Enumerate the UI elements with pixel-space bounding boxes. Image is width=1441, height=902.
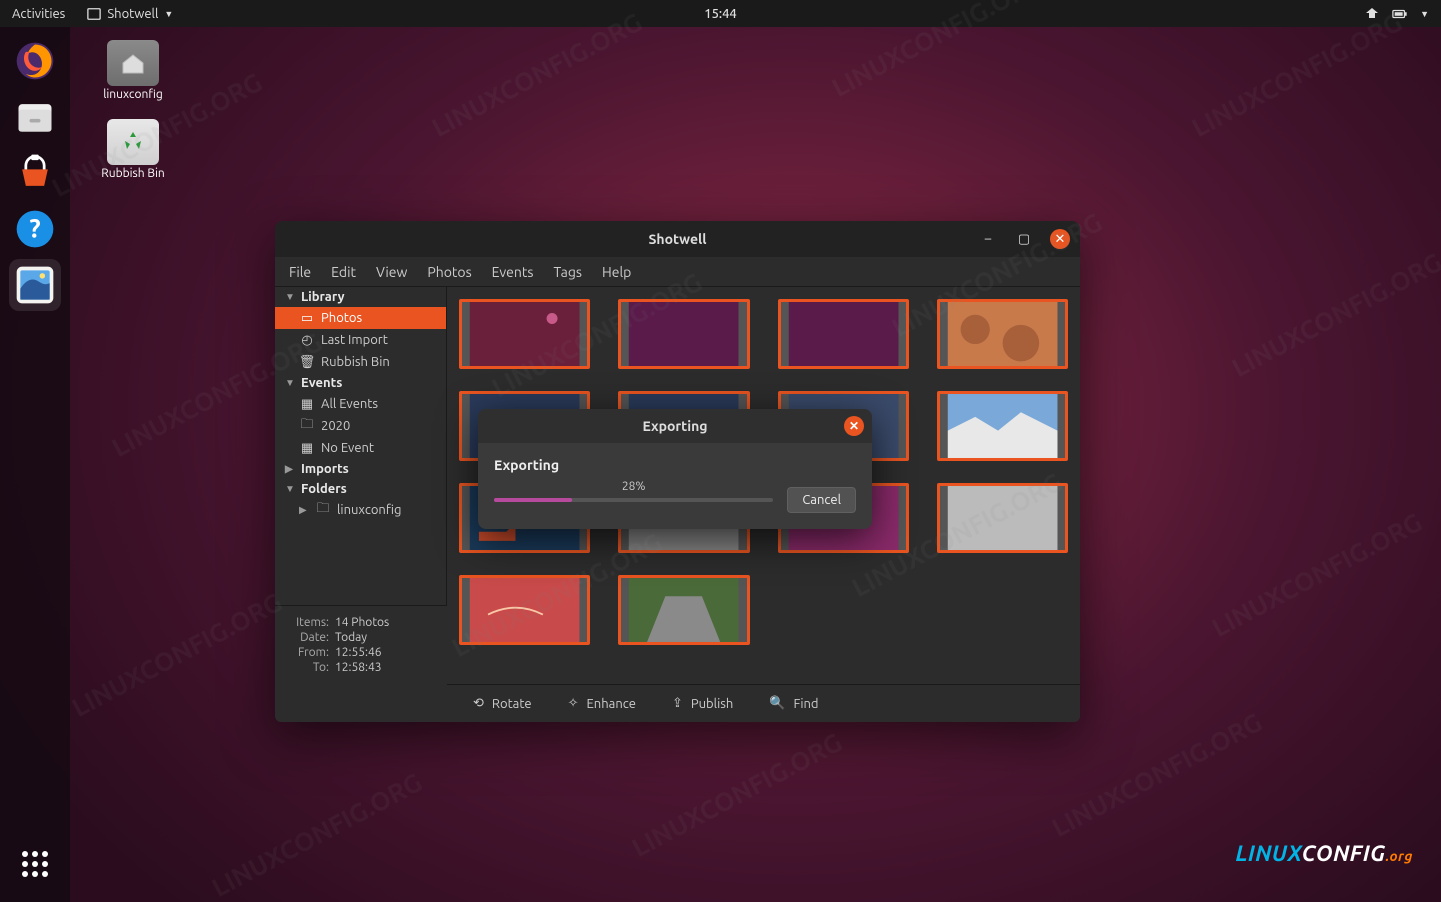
titlebar[interactable]: Shotwell – ▢ ✕ [275,221,1080,257]
window-title: Shotwell [648,231,706,247]
toolbar: ⟲Rotate ✧Enhance ⇪Publish 🔍Find [447,684,1080,722]
show-applications-button[interactable] [9,838,61,890]
appmenu-button[interactable]: Shotwell ▼ [77,7,183,21]
photo-thumb[interactable] [618,299,749,369]
menu-file[interactable]: File [289,264,311,280]
cancel-button[interactable]: Cancel [787,487,856,513]
files-launcher[interactable] [9,91,61,143]
meta-items-key: Items: [285,616,329,629]
menu-events[interactable]: Events [492,264,534,280]
window-icon [87,7,101,21]
sidebar-folder-linuxconfig[interactable]: ▶🗀linuxconfig [275,499,446,521]
trash-icon[interactable]: Rubbish Bin [90,119,176,180]
menu-tags[interactable]: Tags [553,264,582,280]
clock[interactable]: 15:44 [704,7,737,21]
home-icon [119,51,147,75]
recycle-icon [120,129,146,155]
sidebar-imports-header[interactable]: ▶Imports [275,459,446,479]
find-button[interactable]: 🔍Find [755,692,832,715]
sidebar-photos[interactable]: ▭Photos [275,307,446,329]
menu-edit[interactable]: Edit [331,264,356,280]
home-folder-icon[interactable]: linuxconfig [90,40,176,101]
calendar-icon: ▦ [299,440,315,456]
minimize-button[interactable]: – [978,229,998,249]
help-launcher[interactable]: ? [9,203,61,255]
photo-thumb[interactable] [937,391,1068,461]
meta-to-value: 12:58:43 [335,661,382,674]
photo-thumb[interactable] [459,299,590,369]
photo-thumb[interactable] [618,575,749,645]
search-icon: 🔍 [769,696,785,711]
system-tray[interactable]: ▼ [1364,7,1441,21]
menu-view[interactable]: View [376,264,407,280]
menu-photos[interactable]: Photos [427,264,471,280]
network-icon [1364,7,1380,21]
activities-button[interactable]: Activities [0,7,77,21]
sidebar-events-header[interactable]: ▼Events [275,373,446,393]
meta-to-key: To: [285,661,329,674]
photos-icon: ▭ [299,310,315,326]
meta-date-key: Date: [285,631,329,644]
dialog-close-button[interactable]: ✕ [844,416,864,436]
dialog-titlebar[interactable]: Exporting ✕ [478,409,872,443]
icon-label: Rubbish Bin [101,167,164,180]
battery-icon [1392,7,1408,21]
photo-thumb[interactable] [937,299,1068,369]
folder-icon: 🗀 [315,502,331,518]
linuxconfig-watermark: LINUXCONFIG.org [1235,841,1413,866]
photo-thumb[interactable] [778,299,909,369]
meta-from-value: 12:55:46 [335,646,382,659]
menubar: File Edit View Photos Events Tags Help [275,257,1080,287]
photo-thumb[interactable] [459,575,590,645]
svg-text:?: ? [29,213,40,242]
menu-help[interactable]: Help [602,264,631,280]
calendar-icon: ▦ [299,396,315,412]
close-button[interactable]: ✕ [1050,229,1070,249]
enhance-icon: ✧ [568,696,579,711]
sidebar-all-events[interactable]: ▦All Events [275,393,446,415]
folder-icon: 🗀 [299,418,315,434]
trash-icon: 🗑 [299,354,315,370]
meta-items-value: 14 Photos [335,616,389,629]
desktop-icons: linuxconfig Rubbish Bin [90,40,176,180]
photo-thumb[interactable] [937,483,1068,553]
firefox-launcher[interactable] [9,35,61,87]
dialog-title: Exporting [642,418,707,434]
rotate-button[interactable]: ⟲Rotate [459,692,546,715]
meta-date-value: Today [335,631,367,644]
publish-button[interactable]: ⇪Publish [658,692,747,715]
appmenu-label: Shotwell [107,7,158,21]
shotwell-launcher[interactable] [9,259,61,311]
sidebar-rubbish-bin[interactable]: 🗑Rubbish Bin [275,351,446,373]
enhance-button[interactable]: ✧Enhance [554,692,650,715]
clock-icon: ◴ [299,332,315,348]
progress-bar: 28% [494,498,773,502]
sidebar-last-import[interactable]: ◴Last Import [275,329,446,351]
icon-label: linuxconfig [103,88,163,101]
dialog-label: Exporting [494,457,856,473]
meta-from-key: From: [285,646,329,659]
metadata-panel: Items: 14 Photos Date: Today From: 12:55:46… [275,605,447,684]
dock: ? [0,27,70,902]
sidebar-year-2020[interactable]: 🗀2020 [275,415,446,437]
chevron-down-icon: ▼ [164,9,173,19]
share-icon: ⇪ [672,696,683,711]
gnome-topbar: Activities Shotwell ▼ 15:44 ▼ [0,0,1441,27]
chevron-down-icon: ▼ [1420,9,1429,19]
rotate-icon: ⟲ [473,696,484,711]
progress-percent: 28% [622,480,646,493]
progress-fill [494,498,572,502]
sidebar-no-event[interactable]: ▦No Event [275,437,446,459]
exporting-dialog: Exporting ✕ Exporting 28% Cancel [478,409,872,529]
software-launcher[interactable] [9,147,61,199]
maximize-button[interactable]: ▢ [1014,229,1034,249]
sidebar-library-header[interactable]: ▼Library [275,287,446,307]
sidebar-folders-header[interactable]: ▼Folders [275,479,446,499]
